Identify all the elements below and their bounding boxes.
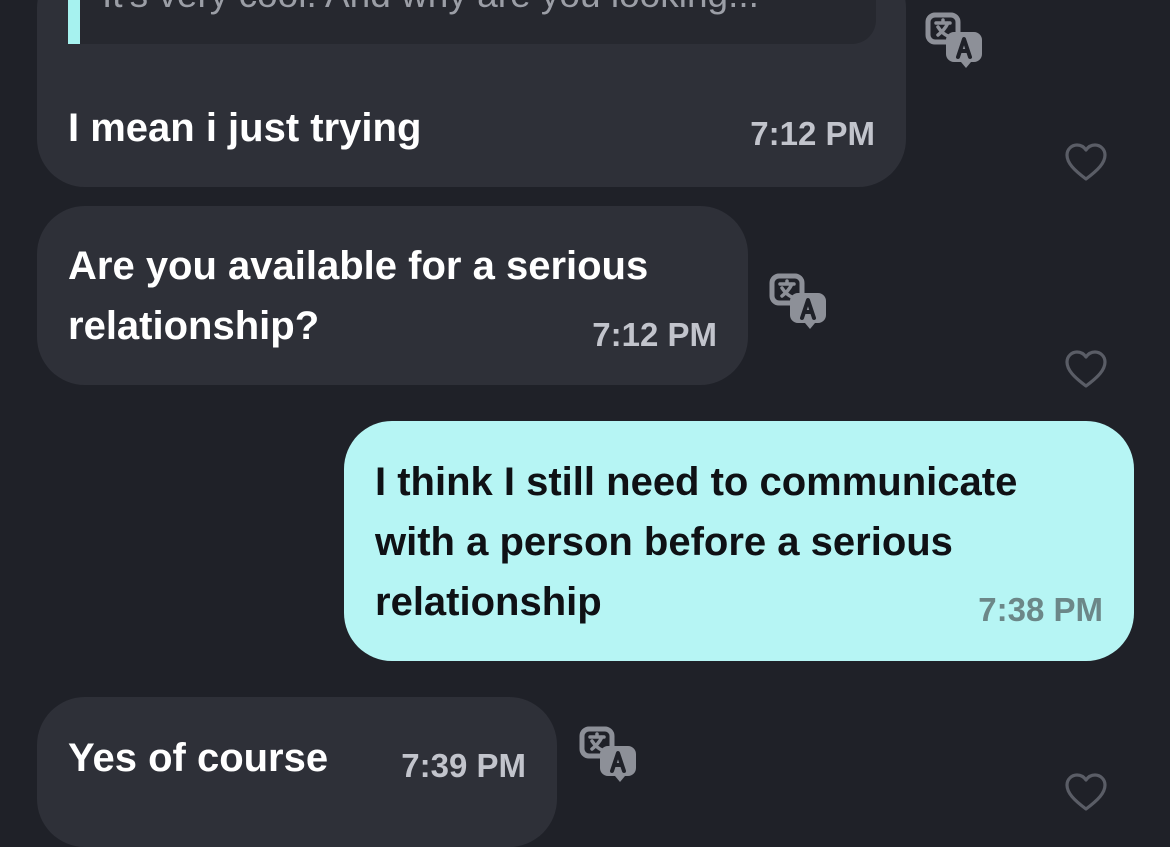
reply-quote-bar bbox=[68, 0, 80, 44]
message-timestamp: 7:38 PM bbox=[978, 591, 1103, 628]
message-text: Yes of course bbox=[68, 736, 329, 780]
message-timestamp: 7:39 PM bbox=[401, 747, 526, 784]
message-bubble-incoming[interactable]: It's very cool. And why are you looking.… bbox=[37, 0, 906, 187]
message-timestamp: 7:12 PM bbox=[592, 316, 717, 353]
message-text: I mean i just trying bbox=[68, 106, 422, 150]
heart-icon[interactable] bbox=[1064, 349, 1108, 389]
translate-icon[interactable] bbox=[922, 8, 982, 68]
reply-quote[interactable]: It's very cool. And why are you looking.… bbox=[68, 0, 876, 44]
message-text-line: Are you available for a serious bbox=[68, 244, 649, 288]
translate-icon[interactable] bbox=[576, 722, 636, 782]
message-text-line: with a person before a serious bbox=[375, 520, 953, 564]
message-bubble-outgoing[interactable]: I think I still need to communicate with… bbox=[344, 421, 1134, 661]
message-text-line: relationship? bbox=[68, 304, 320, 348]
message-bubble-incoming[interactable]: Are you available for a serious relation… bbox=[37, 206, 748, 385]
message-text-line: I think I still need to communicate bbox=[375, 460, 1018, 504]
message-timestamp: 7:12 PM bbox=[750, 115, 875, 152]
message-bubble-incoming[interactable]: Yes of course 7:39 PM bbox=[37, 697, 557, 847]
heart-icon[interactable] bbox=[1064, 772, 1108, 812]
message-text-line: relationship bbox=[375, 580, 602, 624]
reply-quote-text: It's very cool. And why are you looking.… bbox=[102, 0, 759, 20]
heart-icon[interactable] bbox=[1064, 142, 1108, 182]
translate-icon[interactable] bbox=[766, 269, 826, 329]
